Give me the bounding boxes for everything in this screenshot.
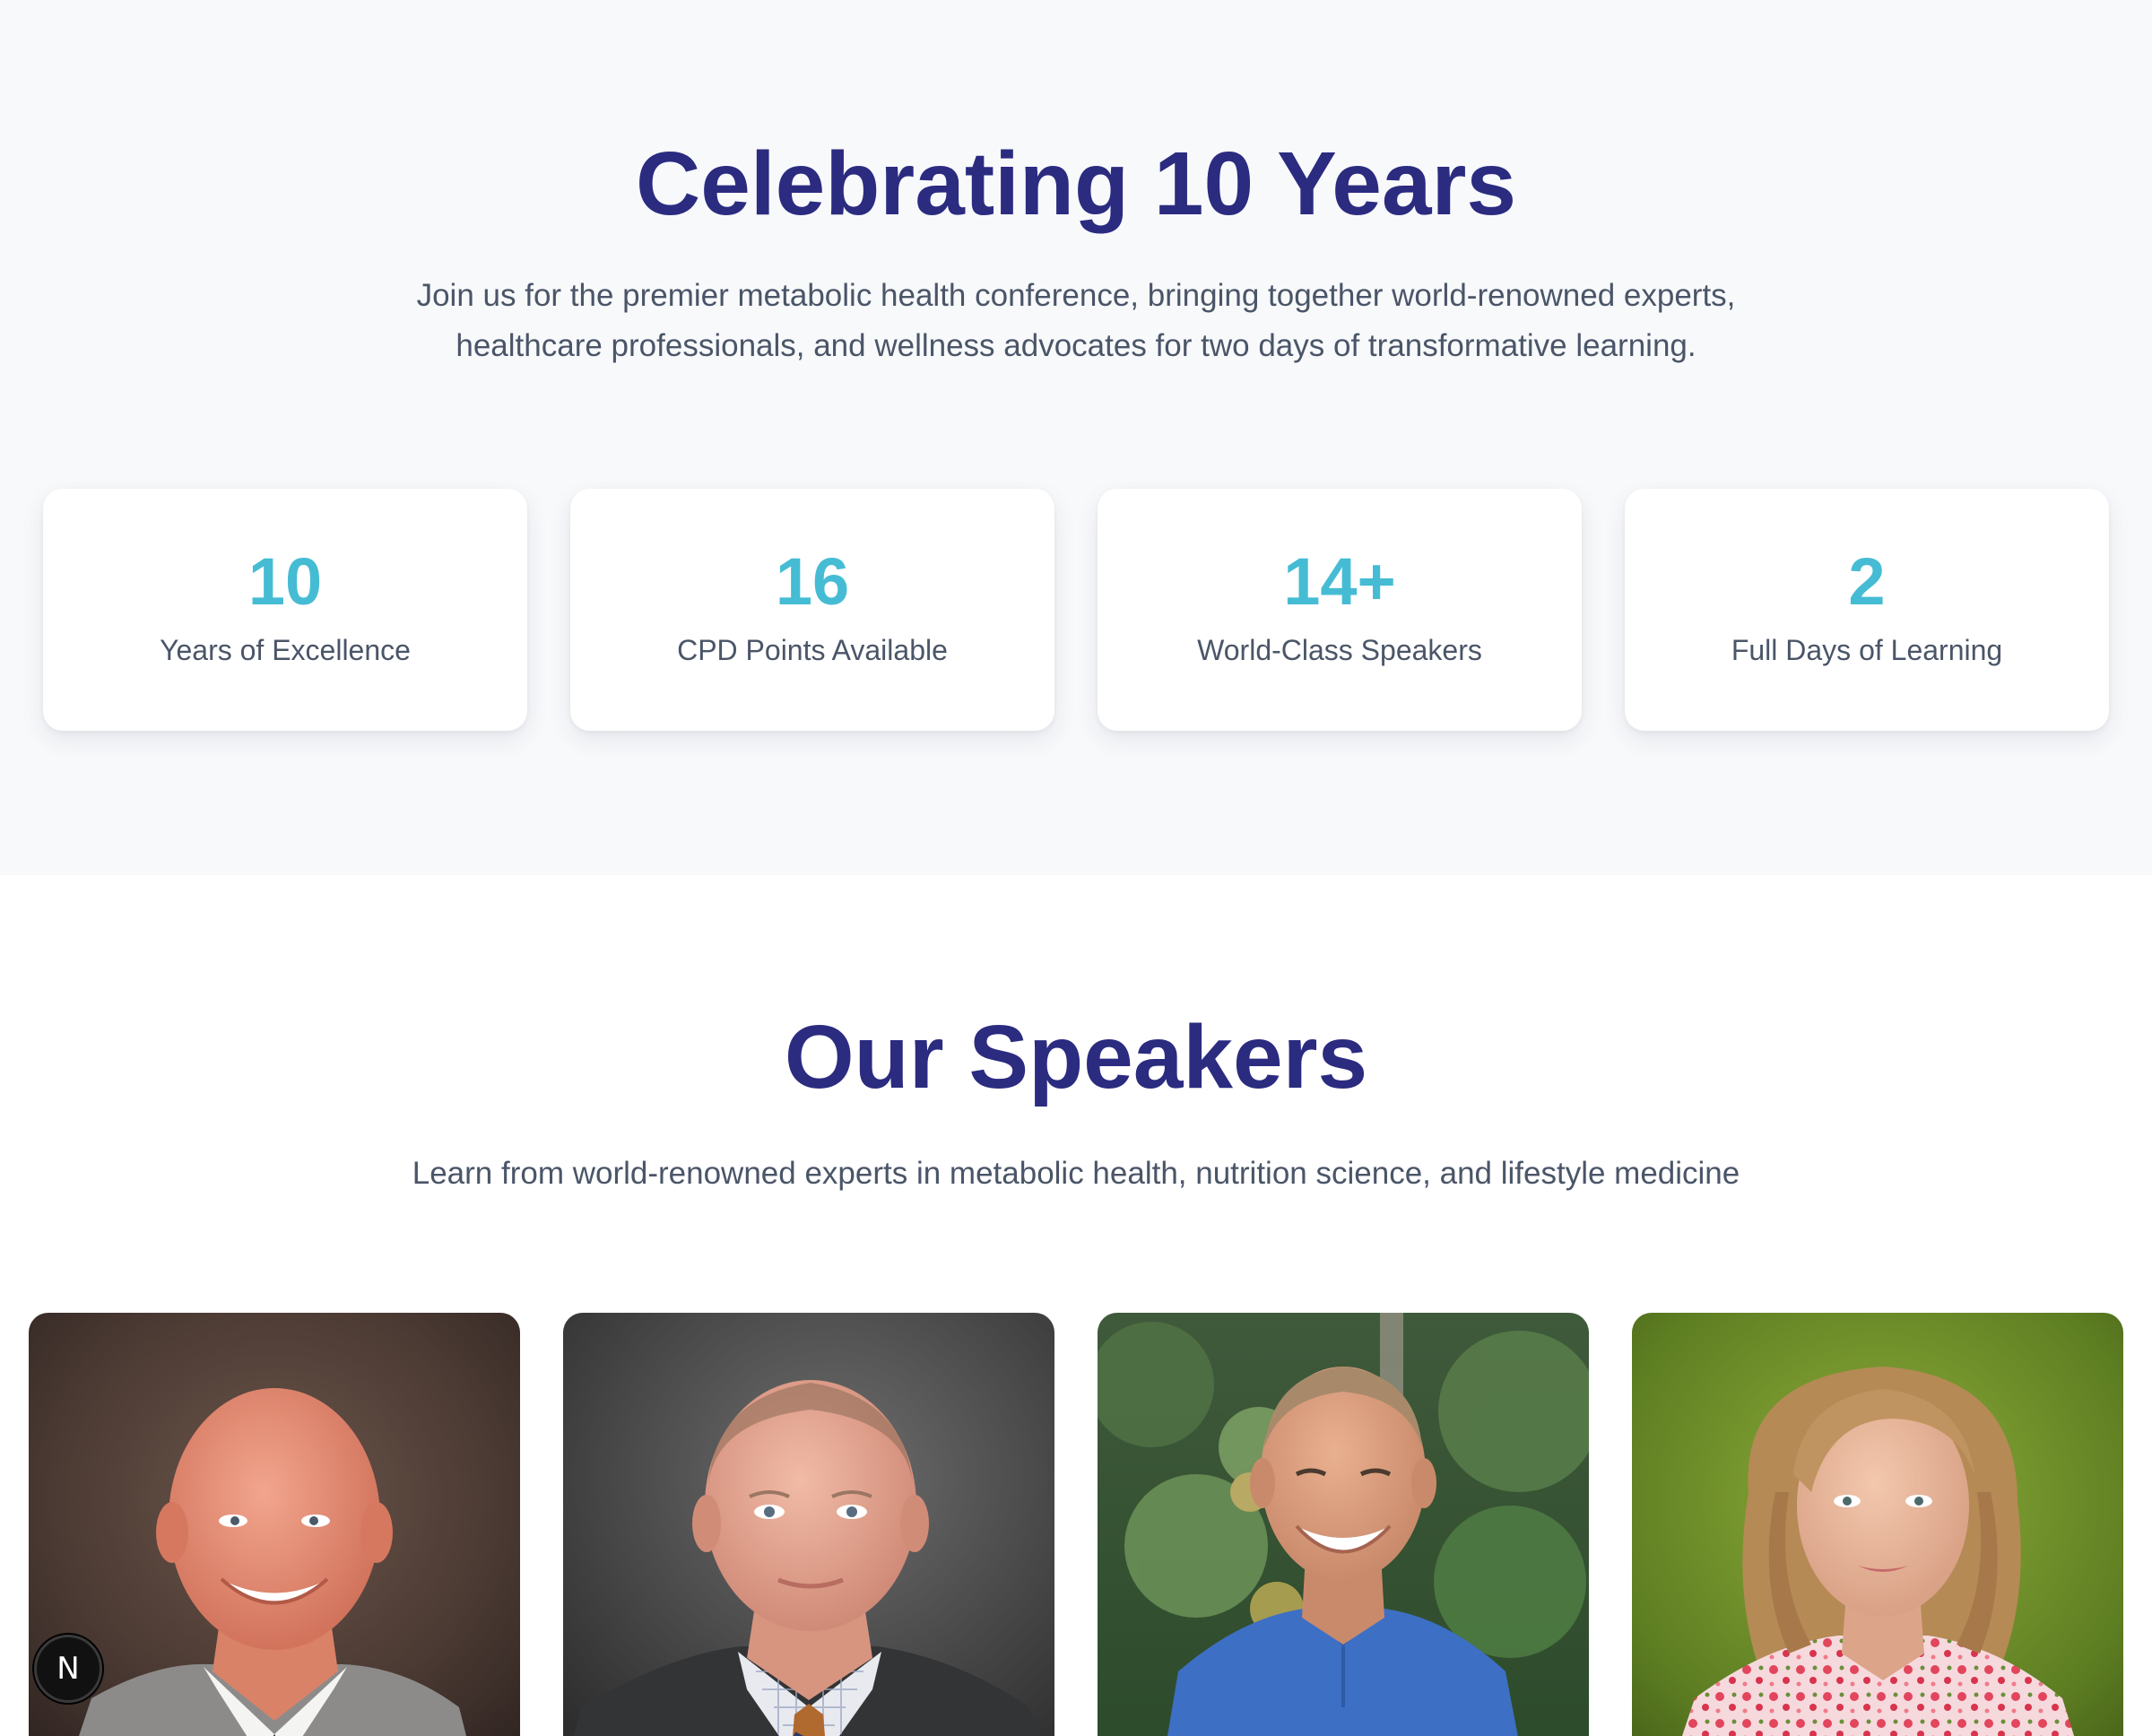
speaker-photo-man-dark-suit [563,1313,1054,1736]
stat-value: 2 [1848,544,1886,619]
speaker-photo-woman-floral-blouse [1632,1313,2123,1736]
speaker-photo-man-blue-polo [1098,1313,1589,1736]
stat-value: 10 [247,544,323,619]
speakers-title: Our Speakers [784,1007,1368,1107]
stat-value: 14+ [1283,544,1396,619]
speaker-photo-bald-man-gray-suit [29,1313,520,1736]
speaker-card[interactable] [1632,1313,2123,1736]
stat-card-cpd-points: 16 CPD Points Available [570,489,1054,731]
stat-card-speakers: 14+ World-Class Speakers [1098,489,1582,731]
badge-label: N [56,1651,80,1687]
stat-card-days: 2 Full Days of Learning [1625,489,2109,731]
speaker-card[interactable] [563,1313,1054,1736]
speaker-grid [29,1313,2123,1736]
intro-description: Join us for the premier metabolic health… [416,278,1736,363]
intro-section: Celebrating 10 Years Join us for the pre… [0,0,2152,875]
stat-value: 16 [775,544,850,619]
intro-title: Celebrating 10 Years [635,134,1517,234]
stats-row: 10 Years of Excellence 16 CPD Points Ava… [43,489,2109,731]
nextjs-logo-icon[interactable]: N [34,1635,102,1703]
speaker-card[interactable] [29,1313,520,1736]
stat-label: Years of Excellence [160,634,411,666]
stat-label: World-Class Speakers [1197,634,1482,666]
stat-label: CPD Points Available [677,634,948,666]
stat-label: Full Days of Learning [1731,634,2003,666]
speaker-card[interactable] [1098,1313,1589,1736]
speakers-description: Learn from world-renowned experts in met… [412,1156,1740,1191]
stat-card-years: 10 Years of Excellence [43,489,527,731]
